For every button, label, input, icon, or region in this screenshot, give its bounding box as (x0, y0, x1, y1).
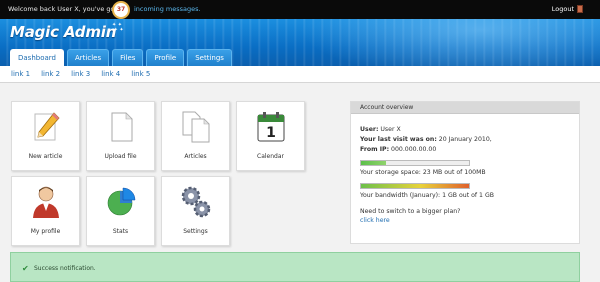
logo-sparkle-icon: ✦ ✦ ✦ ✦ (112, 22, 124, 33)
tile-upload-file[interactable]: Upload file (86, 101, 155, 171)
storage-bar (360, 160, 470, 166)
user-label: User: (360, 126, 379, 133)
user-icon (33, 186, 59, 218)
tab-settings[interactable]: Settings (187, 49, 232, 66)
tile-articles[interactable]: Articles (161, 101, 230, 171)
tile-new-article[interactable]: New article (11, 101, 80, 171)
last-visit-label: Your last visit was on: (360, 136, 437, 143)
ip-value: 000.000.00.00 (391, 146, 437, 153)
upgrade-link[interactable]: click here (360, 217, 390, 224)
top-bar: Welcome back User X, you've got 37 incom… (0, 0, 600, 19)
account-overview-title: Account overview (351, 102, 579, 114)
tab-profile[interactable]: Profile (146, 49, 185, 66)
tab-articles[interactable]: Articles (66, 49, 110, 66)
calendar-icon: 1 (257, 112, 285, 142)
message-count-badge[interactable]: 37 (112, 1, 130, 19)
storage-bar-fill (361, 161, 386, 165)
pencil-icon (34, 112, 60, 141)
account-user: User: User X (360, 126, 401, 133)
tile-my-profile[interactable]: My profile (11, 176, 80, 246)
tile-calendar[interactable]: 1 Calendar (236, 101, 305, 171)
gears-icon (181, 186, 211, 218)
tile-label: Stats (112, 228, 129, 235)
tile-label: My profile (30, 228, 61, 235)
documents-icon (182, 111, 210, 143)
ip-label: From IP: (360, 146, 390, 153)
check-icon: ✔ (22, 264, 29, 273)
header: Magic Admin ✦ ✦ ✦ ✦ Dashboard Articles F… (0, 19, 600, 66)
tile-label: Calendar (257, 153, 284, 160)
bandwidth-bar-fill (361, 184, 469, 188)
pie-chart-icon (107, 187, 136, 216)
tile-label: Articles (184, 153, 207, 160)
tile-label: New article (28, 153, 63, 160)
sub-navigation: link 1 link 2 link 3 link 4 link 5 (0, 66, 600, 83)
account-ip: From IP: 000.000.00.00 (360, 146, 436, 153)
upgrade-text: Need to switch to a bigger plan? (360, 208, 461, 215)
success-notification: ✔ Success notification. (10, 252, 580, 282)
logout-icon[interactable] (577, 5, 583, 13)
header-glow (300, 19, 600, 66)
bandwidth-text: Your bandwidth (January): 1 GB out of 1 … (360, 192, 494, 199)
storage-text: Your storage space: 23 MB out of 100MB (360, 169, 486, 176)
document-icon (111, 112, 133, 142)
subnav-link-1[interactable]: link 1 (11, 70, 30, 78)
main-tabs: Dashboard Articles Files Profile Setting… (10, 49, 232, 66)
account-last-visit: Your last visit was on: 20 January 2010, (360, 136, 492, 143)
notification-text: Success notification. (34, 265, 96, 272)
bandwidth-bar (360, 183, 470, 189)
account-overview-panel: Account overview User: User X Your last … (350, 101, 580, 244)
welcome-text: Welcome back User X, you've got (8, 5, 118, 13)
logout-link[interactable]: Logout (552, 5, 574, 13)
last-visit-value: 20 January 2010, (438, 136, 492, 143)
subnav-link-4[interactable]: link 4 (101, 70, 120, 78)
tab-files[interactable]: Files (112, 49, 144, 66)
calendar-day: 1 (266, 125, 276, 141)
user-value: User X (380, 126, 401, 133)
subnav-link-5[interactable]: link 5 (131, 70, 150, 78)
tab-dashboard[interactable]: Dashboard (10, 49, 64, 66)
incoming-messages-link[interactable]: incoming messages. (134, 5, 201, 13)
subnav-link-3[interactable]: link 3 (71, 70, 90, 78)
app-logo[interactable]: Magic Admin (10, 23, 116, 41)
tile-label: Upload file (104, 153, 137, 160)
subnav-link-2[interactable]: link 2 (41, 70, 60, 78)
tile-settings[interactable]: Settings (161, 176, 230, 246)
tile-stats[interactable]: Stats (86, 176, 155, 246)
tile-label: Settings (183, 228, 208, 235)
